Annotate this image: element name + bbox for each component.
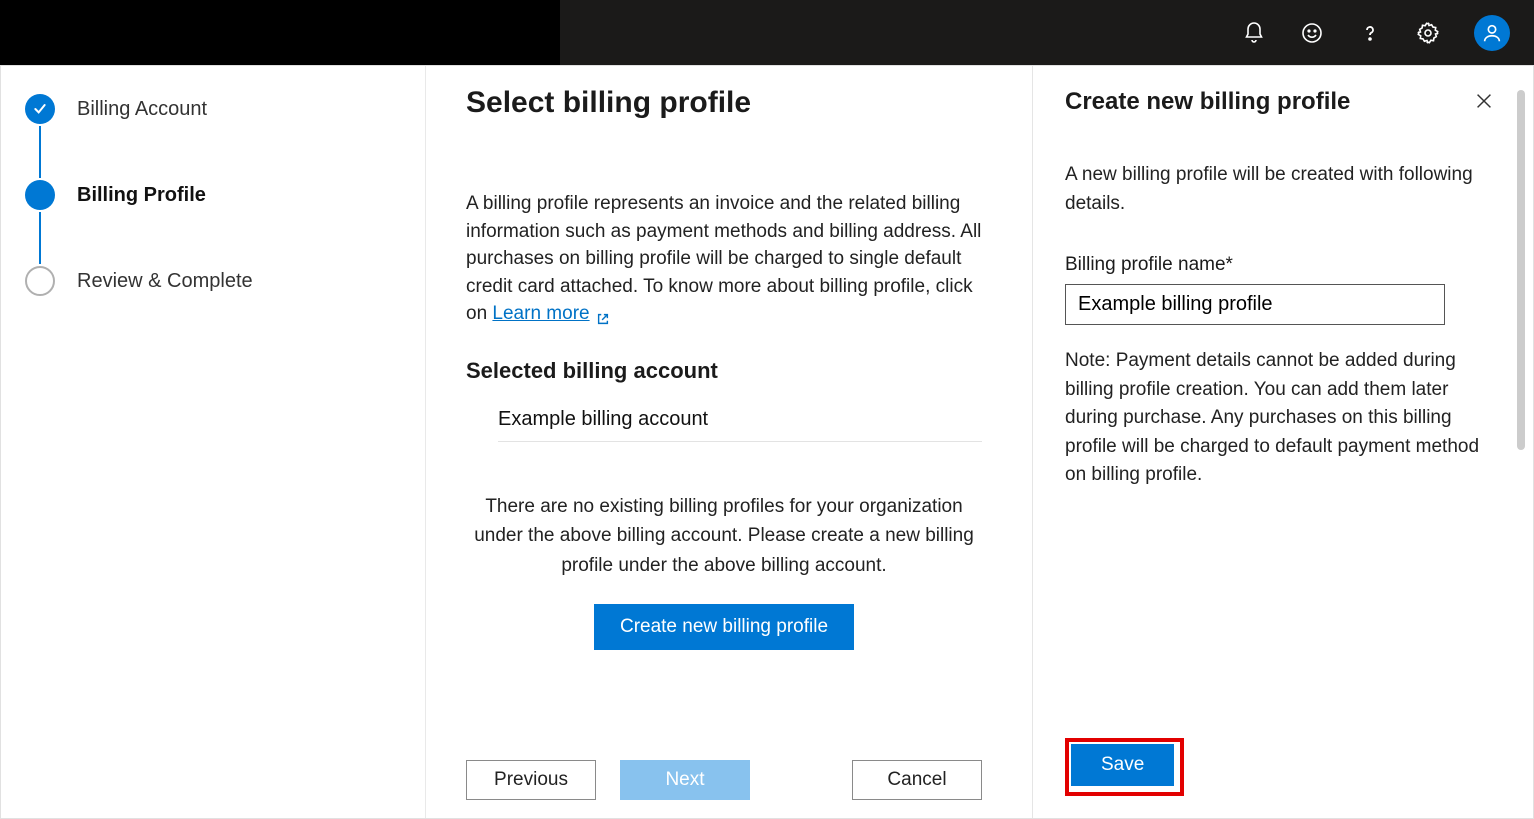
topbar-actions <box>1242 15 1510 51</box>
save-highlight-box: Save <box>1065 738 1184 796</box>
panel-note: Note: Payment details cannot be added du… <box>1065 347 1497 490</box>
step-billing-account[interactable]: Billing Account <box>25 94 401 180</box>
save-button[interactable]: Save <box>1071 744 1174 786</box>
page-title: Select billing profile <box>466 86 982 120</box>
page-description: A billing profile represents an invoice … <box>466 190 982 328</box>
field-label-text: Billing profile name <box>1065 254 1226 275</box>
topbar-brand-area <box>0 0 560 65</box>
notifications-icon[interactable] <box>1242 21 1266 45</box>
next-button[interactable]: Next <box>620 760 750 800</box>
main-content: Select billing profile A billing profile… <box>426 66 1033 818</box>
external-link-icon <box>596 307 610 321</box>
check-icon <box>25 94 55 124</box>
top-bar <box>0 0 1534 65</box>
panel-title: Create new billing profile <box>1065 88 1350 116</box>
wizard-sidebar: Billing Account Billing Profile Review &… <box>1 66 426 818</box>
pending-step-circle-icon <box>25 266 55 296</box>
learn-more-text: Learn more <box>492 300 589 328</box>
current-step-dot-icon <box>25 180 55 210</box>
feedback-smile-icon[interactable] <box>1300 21 1324 45</box>
step-billing-profile[interactable]: Billing Profile <box>25 180 401 266</box>
account-avatar-icon[interactable] <box>1474 15 1510 51</box>
create-new-billing-profile-button[interactable]: Create new billing profile <box>594 604 854 650</box>
no-profiles-message: There are no existing billing profiles f… <box>466 492 982 580</box>
step-label: Billing Account <box>77 98 207 121</box>
create-billing-profile-panel: Create new billing profile A new billing… <box>1033 66 1533 818</box>
panel-footer: Save <box>1065 720 1497 796</box>
required-asterisk: * <box>1226 254 1233 275</box>
step-label: Billing Profile <box>77 184 206 207</box>
step-review-complete[interactable]: Review & Complete <box>25 266 401 296</box>
selected-account-heading: Selected billing account <box>466 358 982 384</box>
panel-intro: A new billing profile will be created wi… <box>1065 161 1497 218</box>
cancel-button[interactable]: Cancel <box>852 760 982 800</box>
close-icon <box>1473 90 1495 112</box>
step-label: Review & Complete <box>77 270 253 293</box>
help-icon[interactable] <box>1358 21 1382 45</box>
wizard-footer: Previous Next Cancel <box>466 742 982 818</box>
selected-account-row: Example billing account <box>498 408 982 442</box>
previous-button[interactable]: Previous <box>466 760 596 800</box>
close-panel-button[interactable] <box>1471 88 1497 117</box>
billing-profile-name-label: Billing profile name* <box>1065 254 1497 276</box>
billing-profile-name-input[interactable] <box>1065 284 1445 325</box>
content-body: Billing Account Billing Profile Review &… <box>0 65 1534 819</box>
settings-gear-icon[interactable] <box>1416 21 1440 45</box>
learn-more-link[interactable]: Learn more <box>492 300 609 328</box>
scrollbar-thumb[interactable] <box>1517 90 1525 450</box>
selected-account-name: Example billing account <box>498 408 708 431</box>
